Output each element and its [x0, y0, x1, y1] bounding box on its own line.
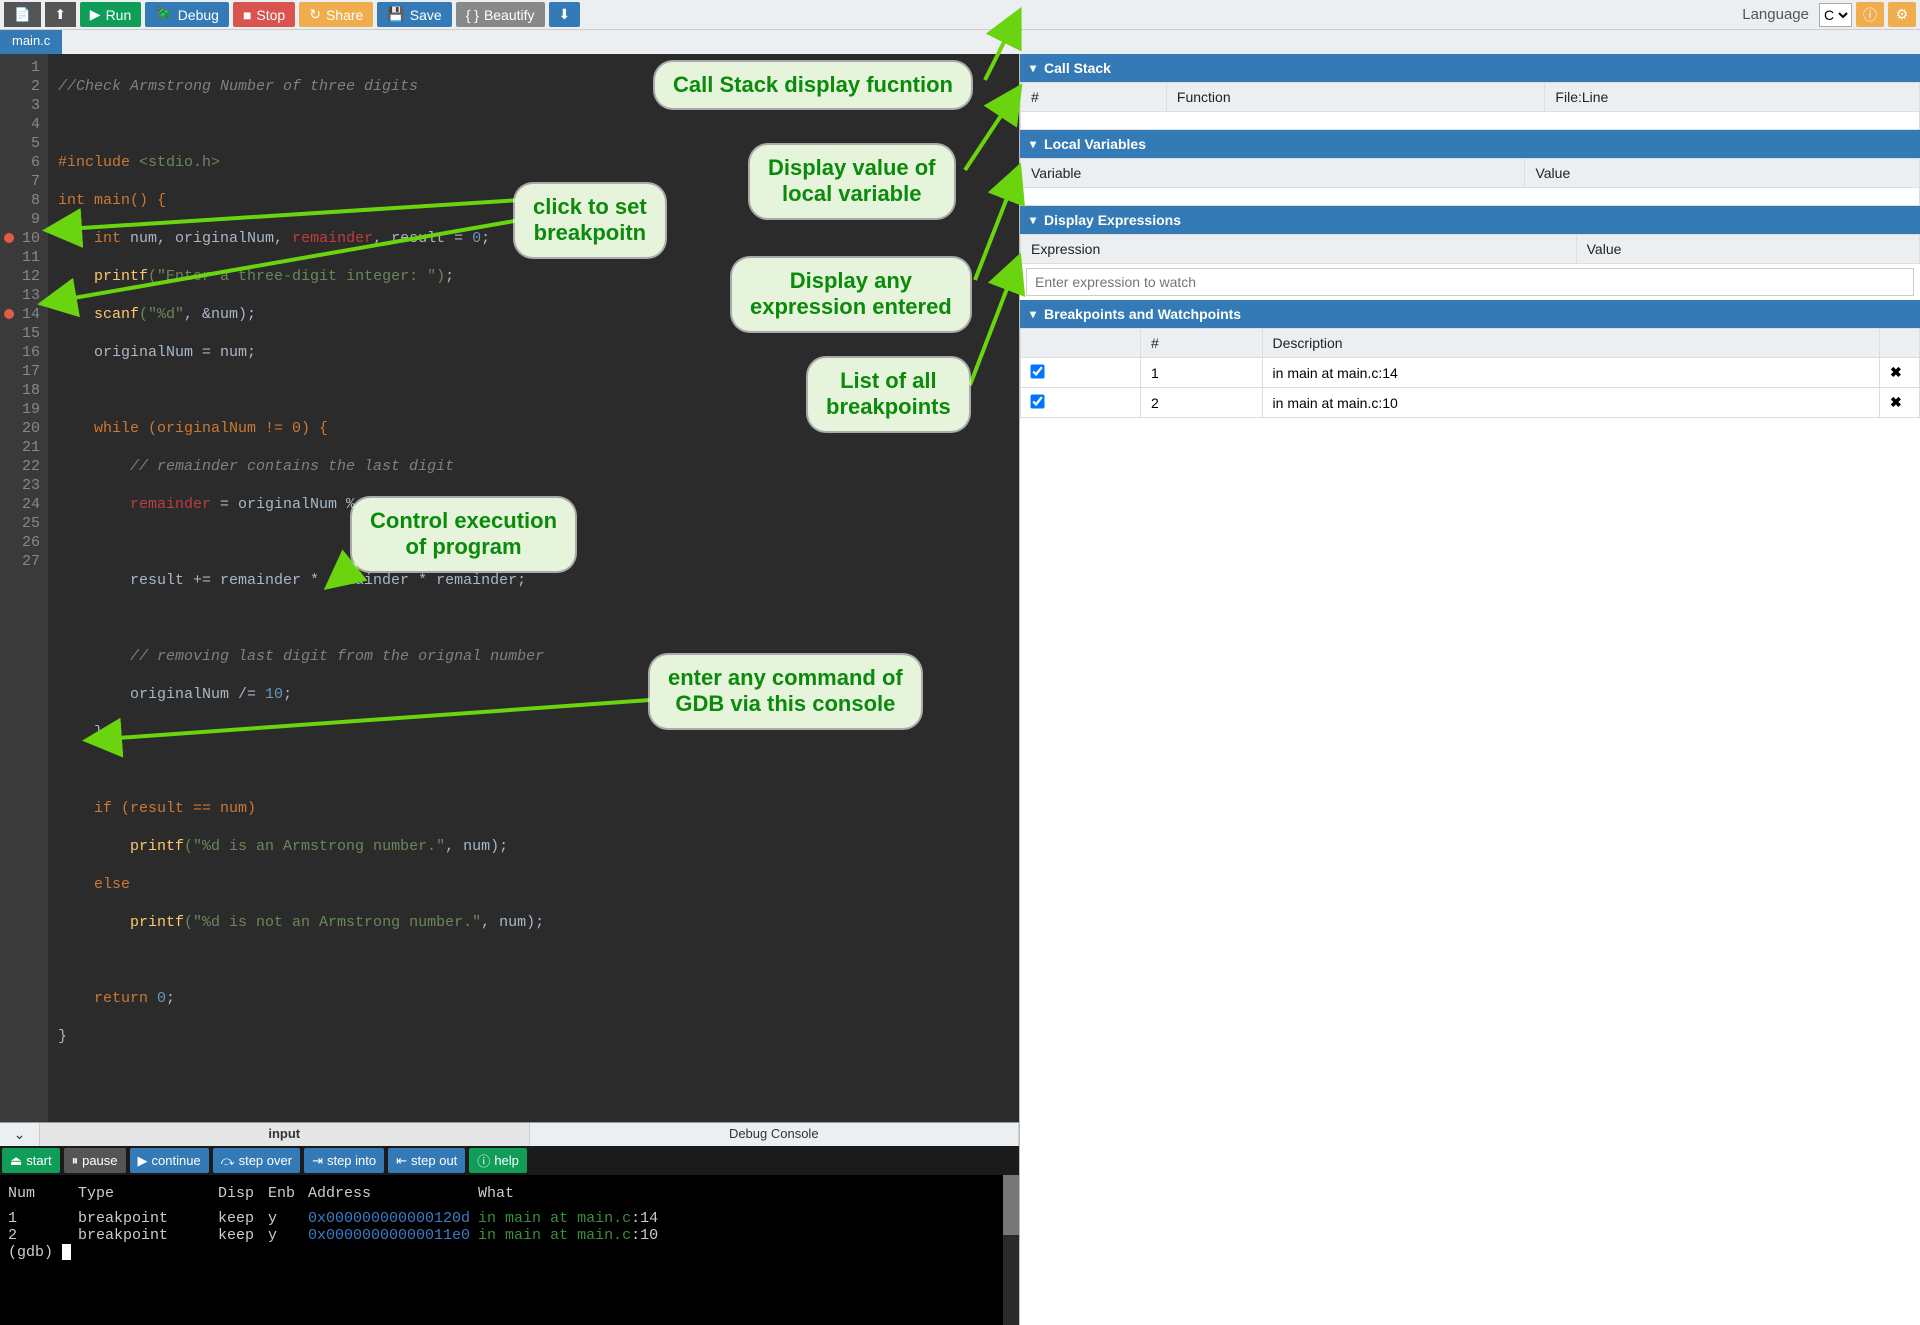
braces-icon: { } [466, 7, 479, 23]
stop-label: Stop [256, 7, 285, 23]
info-icon: ⓘ [477, 1151, 490, 1170]
save-label: Save [410, 7, 442, 23]
tab-debug-console[interactable]: Debug Console [530, 1123, 1020, 1146]
beautify-button[interactable]: { } Beautify [456, 2, 545, 27]
panel-header-locals[interactable]: ▾Local Variables [1020, 130, 1920, 158]
eject-icon: ⏏ [10, 1153, 22, 1169]
step-into-button[interactable]: ⇥step into [304, 1148, 384, 1173]
start-button[interactable]: ⏏start [2, 1148, 60, 1173]
annotation-locals: Display value of local variable [750, 145, 954, 218]
bug-icon: 🪲 [155, 6, 172, 23]
col-description: Description [1262, 329, 1879, 358]
step-over-icon: ⤼ [221, 1153, 235, 1169]
breakpoint-marker[interactable] [4, 233, 14, 243]
console-scrollbar[interactable] [1003, 1175, 1019, 1325]
tab-main-c[interactable]: main.c [0, 30, 62, 54]
breakpoint-enable-checkbox[interactable] [1030, 364, 1044, 378]
step-out-button[interactable]: ⇤step out [388, 1148, 465, 1173]
col-num: # [1141, 329, 1263, 358]
expressions-table: ExpressionValue [1020, 234, 1920, 264]
top-toolbar: 📄 ⬆ ▶ Run 🪲 Debug ■ Stop ↻ Share 💾 Save { } Be… [0, 0, 1920, 30]
play-icon: ▶ [90, 6, 101, 23]
run-label: Run [106, 7, 132, 23]
collapse-io-icon[interactable]: ⌄ [0, 1123, 40, 1146]
new-file-button[interactable]: 📄 [4, 2, 41, 27]
gear-icon[interactable]: ⚙ [1888, 2, 1916, 27]
annotation-expr: Display any expression entered [732, 258, 970, 331]
col-fileline: File:Line [1545, 83, 1920, 112]
breakpoint-marker[interactable] [4, 309, 14, 319]
help-button[interactable]: ⓘhelp [469, 1148, 527, 1173]
share-icon: ↻ [309, 6, 321, 23]
chevron-down-icon: ▾ [1030, 61, 1036, 75]
step-into-icon: ⇥ [312, 1153, 323, 1169]
share-button[interactable]: ↻ Share [299, 2, 373, 27]
callstack-table: #FunctionFile:Line [1020, 82, 1920, 130]
col-function: Function [1166, 83, 1545, 112]
upload-button[interactable]: ⬆ [45, 2, 76, 27]
continue-button[interactable]: ▶continue [130, 1148, 209, 1173]
panel-header-expressions[interactable]: ▾Display Expressions [1020, 206, 1920, 234]
download-button[interactable]: ⬇ [549, 2, 581, 27]
expression-input[interactable] [1026, 268, 1914, 296]
io-tab-bar: ⌄ input Debug Console [0, 1122, 1019, 1146]
play-icon: ▶ [138, 1153, 148, 1169]
breakpoints-table: #Description 1 in main at main.c:14 ✖ 2 … [1020, 328, 1920, 418]
breakpoint-enable-checkbox[interactable] [1030, 394, 1044, 408]
delete-breakpoint-icon[interactable]: ✖ [1890, 394, 1902, 410]
delete-breakpoint-icon[interactable]: ✖ [1890, 364, 1902, 380]
info-icon[interactable]: ⓘ [1856, 2, 1884, 27]
gdb-prompt: (gdb) [8, 1244, 62, 1261]
annotation-callstack: Call Stack display fucntion [655, 62, 971, 108]
save-button[interactable]: 💾 Save [377, 2, 451, 27]
tab-input[interactable]: input [40, 1123, 530, 1146]
save-icon: 💾 [387, 6, 404, 23]
chevron-down-icon: ▾ [1030, 213, 1036, 227]
pause-button[interactable]: ⏸pause [64, 1148, 126, 1173]
col-num: # [1021, 83, 1167, 112]
run-button[interactable]: ▶ Run [80, 2, 141, 27]
col-value: Value [1525, 159, 1920, 188]
pause-icon: ⏸ [72, 1153, 79, 1169]
bp-description: in main at main.c:14 [1262, 358, 1879, 388]
language-select[interactable]: C [1819, 3, 1852, 27]
chevron-down-icon: ▾ [1030, 137, 1036, 151]
col-expression: Expression [1021, 235, 1577, 264]
chevron-down-icon: ▾ [1030, 307, 1036, 321]
bp-number: 1 [1141, 358, 1263, 388]
step-out-icon: ⇤ [396, 1153, 407, 1169]
editor-tab-bar: main.c [0, 30, 1920, 54]
beautify-label: Beautify [484, 7, 535, 23]
stop-icon: ■ [243, 7, 251, 23]
share-label: Share [326, 7, 363, 23]
step-over-button[interactable]: ⤼step over [213, 1148, 300, 1173]
debug-control-bar: ⏏start ⏸pause ▶continue ⤼step over ⇥step… [0, 1146, 1019, 1175]
panel-header-callstack[interactable]: ▾Call Stack [1020, 54, 1920, 82]
bp-number: 2 [1141, 388, 1263, 418]
stop-button[interactable]: ■ Stop [233, 2, 295, 27]
debug-button[interactable]: 🪲 Debug [145, 2, 229, 27]
col-value: Value [1576, 235, 1919, 264]
download-icon: ⬇ [559, 6, 571, 23]
debug-panels: ▾Call Stack #FunctionFile:Line ▾Local Va… [1019, 54, 1920, 1325]
annotation-bplist: List of all breakpoints [808, 358, 969, 431]
locals-table: VariableValue [1020, 158, 1920, 206]
cursor-icon [62, 1244, 71, 1260]
language-label: Language [1742, 6, 1809, 23]
col-variable: Variable [1021, 159, 1525, 188]
gdb-console[interactable]: NumTypeDispEnbAddressWhat 1breakpointkee… [0, 1175, 1019, 1325]
annotation-control: Control execution of program [352, 498, 575, 571]
debug-label: Debug [178, 7, 219, 23]
panel-header-breakpoints[interactable]: ▾Breakpoints and Watchpoints [1020, 300, 1920, 328]
annotation-gdb: enter any command of GDB via this consol… [650, 655, 921, 728]
bp-description: in main at main.c:10 [1262, 388, 1879, 418]
breakpoint-row: 1 in main at main.c:14 ✖ [1021, 358, 1920, 388]
breakpoint-row: 2 in main at main.c:10 ✖ [1021, 388, 1920, 418]
annotation-breakpoint: click to set breakpoitn [515, 184, 665, 257]
